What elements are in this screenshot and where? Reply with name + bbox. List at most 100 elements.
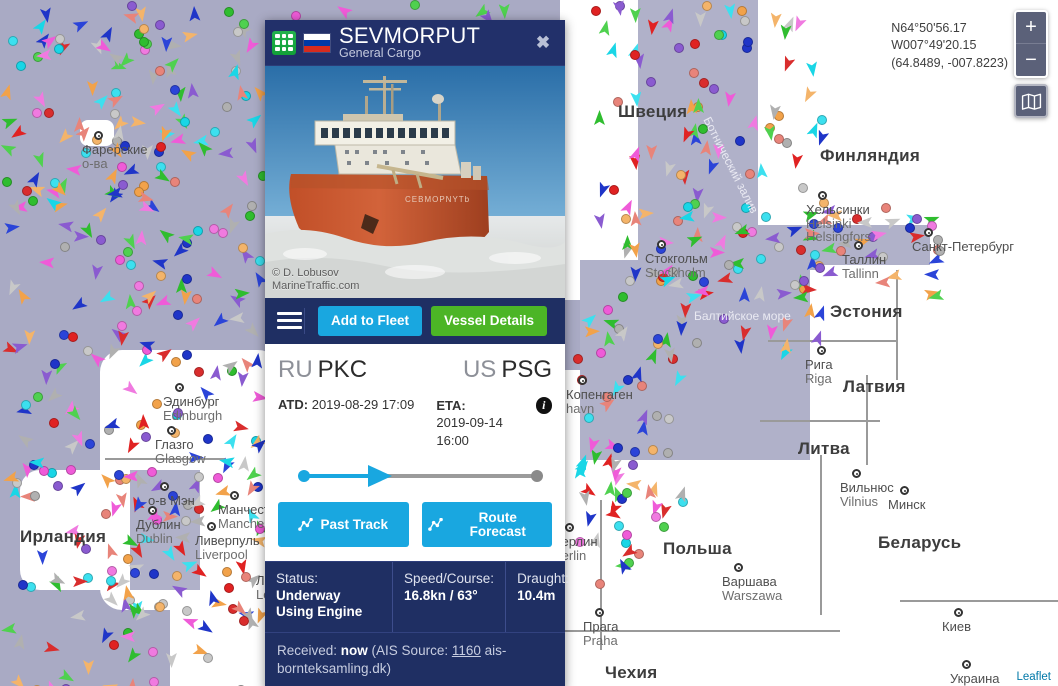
vessel-marker-dot[interactable] — [117, 180, 128, 191]
ais-source-id[interactable]: 1160 — [452, 643, 481, 658]
info-icon[interactable]: i — [535, 396, 552, 414]
vessel-marker-dot[interactable] — [645, 76, 656, 87]
vessel-marker-dot[interactable] — [1, 177, 12, 188]
vessel-marker-dot[interactable] — [54, 34, 65, 45]
past-track-button[interactable]: Past Track — [278, 502, 409, 548]
vessel-marker-dot[interactable] — [17, 579, 28, 590]
vessel-marker-dot[interactable] — [147, 466, 157, 477]
vessel-marker-dot[interactable] — [689, 67, 700, 78]
vessel-marker-dot[interactable] — [149, 676, 160, 686]
vessel-marker-dot[interactable] — [809, 250, 820, 261]
vessel-marker-dot[interactable] — [247, 200, 258, 211]
vessel-marker-dot[interactable] — [652, 333, 663, 344]
vessel-marker-dot[interactable] — [95, 234, 106, 245]
vessel-marker-dot[interactable] — [237, 242, 248, 253]
vessel-marker-dot[interactable] — [240, 572, 251, 583]
vessel-marker-dot[interactable] — [697, 123, 708, 134]
vessel-marker-dot[interactable] — [739, 15, 750, 26]
vessel-marker-dot[interactable] — [689, 38, 700, 49]
vessel-marker-dot[interactable] — [602, 305, 613, 316]
vessel-marker-dot[interactable] — [692, 337, 702, 348]
vessel-marker-dot[interactable] — [629, 446, 640, 457]
vessel-marker-dot[interactable] — [101, 508, 112, 519]
vessel-marker-dot[interactable] — [106, 565, 117, 576]
vessel-marker-dot[interactable] — [620, 213, 631, 224]
vessel-marker-dot[interactable] — [30, 490, 40, 501]
vessel-marker-dot[interactable] — [170, 356, 181, 367]
vessel-marker-dot[interactable] — [773, 133, 784, 144]
vessel-marker-dot[interactable] — [620, 538, 631, 549]
vessel-marker-dot[interactable] — [816, 114, 827, 125]
route-forecast-button[interactable]: Route Forecast — [421, 502, 552, 548]
vessel-marker-dot[interactable] — [591, 6, 601, 17]
vessel-marker-dot[interactable] — [740, 202, 751, 213]
vessel-marker-dot[interactable] — [20, 400, 31, 411]
hamburger-menu-icon[interactable] — [275, 307, 305, 334]
vessel-marker-dot[interactable] — [650, 511, 661, 522]
vessel-marker-dot[interactable] — [911, 214, 922, 225]
vessel-marker-dot[interactable] — [223, 7, 234, 18]
map-layers-button[interactable] — [1014, 84, 1048, 118]
vessel-marker-dot[interactable] — [682, 201, 693, 212]
vessel-marker-dot[interactable] — [833, 222, 844, 233]
vessel-marker-dot[interactable] — [50, 358, 60, 369]
vessel-marker-dot[interactable] — [409, 0, 420, 11]
vessel-marker-dot[interactable] — [637, 380, 648, 391]
vessel-marker-dot[interactable] — [797, 183, 808, 193]
vessel-marker-dot[interactable] — [744, 168, 755, 179]
vessel-marker-dot[interactable] — [799, 275, 810, 286]
vessel-marker-dot[interactable] — [22, 185, 33, 196]
vessel-marker-dot[interactable] — [85, 438, 96, 449]
vessel-marker-dot[interactable] — [130, 567, 141, 578]
add-to-fleet-button[interactable]: Add to Fleet — [318, 306, 422, 336]
vessel-marker-dot[interactable] — [133, 280, 144, 291]
vessel-marker-dot[interactable] — [773, 241, 784, 252]
vessel-marker-dot[interactable] — [594, 579, 605, 590]
vessel-marker-dot[interactable] — [737, 5, 748, 16]
vessel-marker-dot[interactable] — [617, 292, 628, 303]
vessel-marker-dot[interactable] — [663, 414, 674, 425]
vessel-marker-dot[interactable] — [81, 147, 92, 158]
vessel-details-button[interactable]: Vessel Details — [431, 306, 548, 336]
vessel-marker-dot[interactable] — [170, 176, 181, 187]
vessel-marker-dot[interactable] — [621, 487, 632, 498]
vessel-marker-dot[interactable] — [53, 44, 64, 54]
vessel-marker-dot[interactable] — [575, 536, 586, 547]
vessel-marker-dot[interactable] — [105, 575, 116, 586]
vessel-marker-dot[interactable] — [179, 116, 190, 127]
vessel-marker-dot[interactable] — [123, 553, 134, 564]
vessel-marker-dot[interactable] — [796, 244, 807, 255]
vessel-marker-dot[interactable] — [245, 210, 256, 221]
vessel-marker-dot[interactable] — [68, 331, 79, 342]
vessel-marker-dot[interactable] — [202, 653, 213, 664]
vessel-marker-dot[interactable] — [182, 605, 193, 616]
leaflet-attribution[interactable]: Leaflet — [1011, 670, 1056, 684]
vessel-marker-dot[interactable] — [612, 96, 623, 107]
vessel-marker-dot[interactable] — [614, 520, 624, 531]
vessel-marker-dot[interactable] — [254, 255, 265, 266]
vessel-marker-dot[interactable] — [127, 0, 138, 11]
vessel-marker-dot[interactable] — [210, 126, 221, 137]
vessel-marker-dot[interactable] — [15, 60, 26, 71]
vessel-marker-dot[interactable] — [7, 35, 18, 46]
vessel-marker-dot[interactable] — [147, 647, 158, 658]
vessel-marker-dot[interactable] — [192, 225, 203, 236]
vessel-marker-dot[interactable] — [139, 23, 150, 34]
vessel-marker-dot[interactable] — [708, 83, 719, 94]
vessel-marker-dot[interactable] — [114, 254, 125, 265]
vessel-marker-dot[interactable] — [155, 65, 166, 76]
vessel-marker-dot[interactable] — [667, 266, 678, 277]
vessel-marker-dot[interactable] — [138, 36, 149, 47]
vessel-photo[interactable]: CEBMOPNYTb © D. Lobusov MarineTraffic.co… — [265, 66, 565, 298]
close-icon[interactable]: ✖ — [529, 28, 557, 58]
vessel-marker-dot[interactable] — [675, 169, 686, 180]
zoom-in-button[interactable]: + — [1016, 12, 1046, 44]
vessel-marker-dot[interactable] — [621, 529, 632, 540]
vessel-marker-dot[interactable] — [191, 293, 202, 304]
vessel-marker-dot[interactable] — [815, 262, 826, 273]
vessel-marker-dot[interactable] — [194, 366, 205, 377]
voyage-progress-bar[interactable] — [278, 465, 552, 488]
vessel-grid-icon[interactable] — [272, 30, 296, 55]
zoom-out-button[interactable]: − — [1016, 44, 1046, 76]
vessel-marker-dot[interactable] — [148, 568, 159, 579]
